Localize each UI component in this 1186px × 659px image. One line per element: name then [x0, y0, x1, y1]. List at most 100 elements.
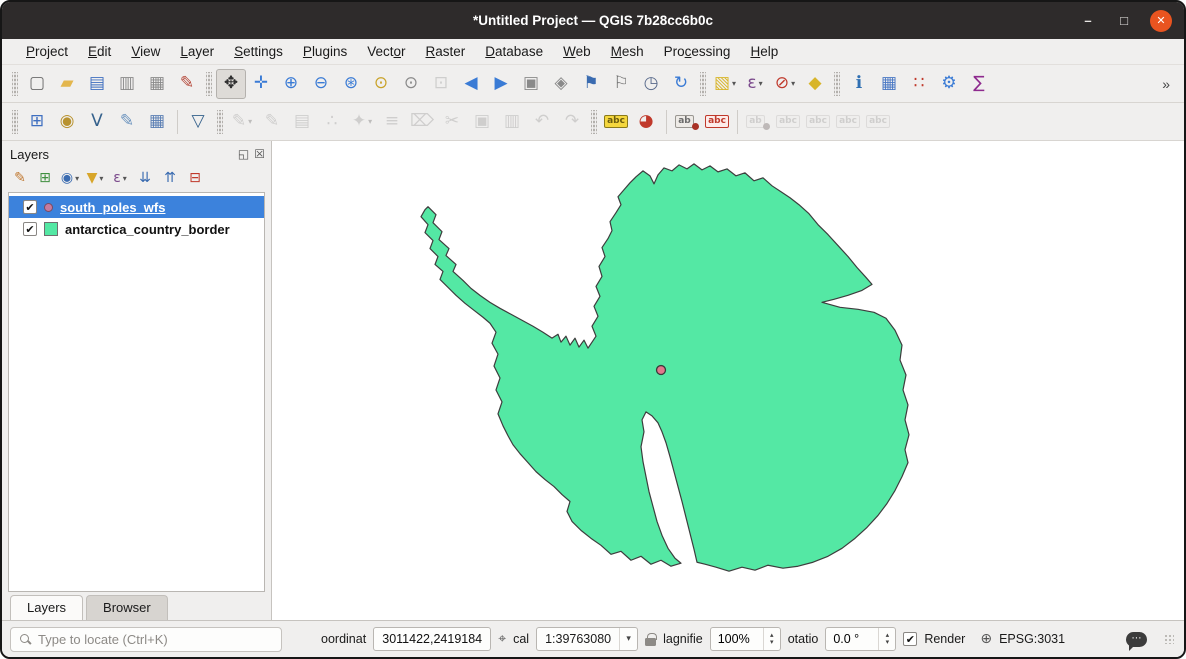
- coordinate-input[interactable]: [373, 627, 491, 651]
- filter-legend-button[interactable]: ▼▾: [83, 167, 107, 189]
- tab-browser[interactable]: Browser: [86, 595, 168, 620]
- zoom-in-button[interactable]: ⊕: [276, 69, 306, 99]
- deselect-features-button[interactable]: ⊘▾: [770, 69, 800, 99]
- new-spatialite-layer-button[interactable]: ✎: [112, 107, 142, 137]
- statistical-summary-button[interactable]: ∑: [964, 69, 994, 99]
- select-by-expression-button[interactable]: ε▾: [740, 69, 770, 99]
- save-project-button[interactable]: ▤: [82, 69, 112, 99]
- menu-raster[interactable]: Raster: [416, 41, 476, 62]
- resize-grip[interactable]: [1164, 634, 1174, 644]
- pan-to-selection-button[interactable]: ✛: [246, 69, 276, 99]
- expand-all-button[interactable]: ⇊: [133, 167, 157, 189]
- menu-help[interactable]: Help: [740, 41, 788, 62]
- open-project-button[interactable]: ▰: [52, 69, 82, 99]
- toolbar-overflow-button[interactable]: »: [1154, 76, 1178, 92]
- show-spatial-bookmarks-button[interactable]: ⚐: [606, 69, 636, 99]
- tab-layers[interactable]: Layers: [10, 595, 83, 620]
- toggle-editing-dropdown-arrow[interactable]: ▾: [248, 117, 252, 126]
- data-source-manager-button[interactable]: ⊞: [22, 107, 52, 137]
- manage-map-themes-button[interactable]: ◉▾: [58, 167, 82, 189]
- menu-edit[interactable]: Edit: [78, 41, 121, 62]
- menu-database[interactable]: Database: [475, 41, 553, 62]
- zoom-full-button[interactable]: ⊛: [336, 69, 366, 99]
- magnifier-spin-buttons[interactable]: ▴ ▾: [763, 628, 780, 650]
- select-features-button[interactable]: ▧▾: [710, 69, 740, 99]
- zoom-next-button[interactable]: ▶: [486, 69, 516, 99]
- menu-web[interactable]: Web: [553, 41, 601, 62]
- show-layout-manager-button[interactable]: ▦: [142, 69, 172, 99]
- maximize-button[interactable]: □: [1114, 13, 1134, 28]
- layer-visibility-checkbox[interactable]: ✔: [23, 222, 37, 236]
- zoom-to-layer-button[interactable]: ⊙: [396, 69, 426, 99]
- layer-row-south_poles_wfs[interactable]: ✔ south_poles_wfs: [9, 196, 264, 218]
- collapse-all-button[interactable]: ⇈: [158, 167, 182, 189]
- style-manager-button[interactable]: ✎: [172, 69, 202, 99]
- open-field-calculator-button[interactable]: ∷: [904, 69, 934, 99]
- menu-project[interactable]: Project: [16, 41, 78, 62]
- highlight-pinned-labels-button[interactable]: ab: [672, 107, 702, 137]
- refresh-map-button[interactable]: ↻: [666, 69, 696, 99]
- close-button[interactable]: ✕: [1150, 10, 1172, 32]
- magnifier-input[interactable]: [711, 628, 763, 650]
- select-features-by-value-button[interactable]: ◆: [800, 69, 830, 99]
- layer-label[interactable]: south_poles_wfs: [60, 200, 165, 215]
- menu-vector[interactable]: Vector: [357, 41, 415, 62]
- vertex-tool-dropdown-arrow[interactable]: ▾: [368, 117, 372, 126]
- messages-icon[interactable]: ⋯: [1126, 632, 1147, 647]
- new-virtual-layer-button[interactable]: ▽: [183, 107, 213, 137]
- locate-input[interactable]: [38, 632, 272, 647]
- layer-label[interactable]: antarctica_country_border: [65, 222, 230, 237]
- layer-diagram-options-button[interactable]: ◕: [631, 107, 661, 137]
- menu-view[interactable]: View: [121, 41, 170, 62]
- show-unplaced-labels-button[interactable]: abc: [702, 107, 732, 137]
- menu-mesh[interactable]: Mesh: [601, 41, 654, 62]
- open-layer-styling-button[interactable]: ✎: [8, 167, 32, 189]
- layer-visibility-checkbox[interactable]: ✔: [23, 200, 37, 214]
- select-features-dropdown-arrow[interactable]: ▾: [732, 79, 736, 88]
- crs-status[interactable]: EPSG:3031: [999, 632, 1065, 646]
- add-group-button[interactable]: ⊞: [33, 167, 57, 189]
- identify-features-button[interactable]: ℹ: [844, 69, 874, 99]
- filter-legend-by-expression-button[interactable]: ε▾: [108, 167, 132, 189]
- new-map-view-button[interactable]: ▣: [516, 69, 546, 99]
- new-project-button[interactable]: ▢: [22, 69, 52, 99]
- deselect-features-dropdown-arrow[interactable]: ▾: [791, 79, 795, 88]
- filter-legend-by-expression-dropdown-arrow[interactable]: ▾: [123, 174, 127, 183]
- new-temporary-scratch-layer-button[interactable]: ▦: [142, 107, 172, 137]
- spin-down-icon[interactable]: ▾: [770, 639, 774, 646]
- layer-labeling-options-button[interactable]: abc: [601, 107, 631, 137]
- zoom-last-button[interactable]: ◀: [456, 69, 486, 99]
- temporal-controller-button[interactable]: ◷: [636, 69, 666, 99]
- spin-down-icon[interactable]: ▾: [886, 639, 890, 646]
- scale-combobox[interactable]: 1:39763080 ▾: [536, 627, 638, 651]
- panel-close-icon[interactable]: ☒: [254, 147, 265, 161]
- rotation-spinbox[interactable]: ▴ ▾: [825, 627, 896, 651]
- menu-processing[interactable]: Processing: [654, 41, 741, 62]
- remove-layer-button[interactable]: ⊟: [183, 167, 207, 189]
- open-attribute-table-button[interactable]: ▦: [874, 69, 904, 99]
- new-3d-map-view-button[interactable]: ◈: [546, 69, 576, 99]
- rotation-spin-buttons[interactable]: ▴ ▾: [878, 628, 895, 650]
- manage-map-themes-dropdown-arrow[interactable]: ▾: [75, 174, 79, 183]
- scale-dropdown-arrow[interactable]: ▾: [619, 628, 637, 650]
- panel-float-icon[interactable]: ◱: [238, 147, 249, 161]
- layer-row-antarctica_country_border[interactable]: ✔ antarctica_country_border: [9, 218, 264, 240]
- pan-map-button[interactable]: ✥: [216, 69, 246, 99]
- new-print-layout-button[interactable]: ▥: [112, 69, 142, 99]
- new-spatial-bookmark-button[interactable]: ⚑: [576, 69, 606, 99]
- extents-toggle-icon[interactable]: ⌖: [498, 632, 506, 646]
- menu-layer[interactable]: Layer: [170, 41, 224, 62]
- magnifier-spinbox[interactable]: ▴ ▾: [710, 627, 781, 651]
- zoom-to-selection-button[interactable]: ⊙: [366, 69, 396, 99]
- render-checkbox[interactable]: ✔: [903, 632, 917, 646]
- map-canvas[interactable]: [272, 141, 1184, 620]
- new-shapefile-layer-button[interactable]: V: [82, 107, 112, 137]
- new-geopackage-layer-button[interactable]: ◉: [52, 107, 82, 137]
- zoom-out-button[interactable]: ⊖: [306, 69, 336, 99]
- menu-settings[interactable]: Settings: [224, 41, 293, 62]
- locate-bar[interactable]: [10, 627, 282, 652]
- select-by-expression-dropdown-arrow[interactable]: ▾: [759, 79, 763, 88]
- menu-plugins[interactable]: Plugins: [293, 41, 357, 62]
- minimize-button[interactable]: –: [1078, 13, 1098, 28]
- filter-legend-dropdown-arrow[interactable]: ▾: [99, 174, 103, 183]
